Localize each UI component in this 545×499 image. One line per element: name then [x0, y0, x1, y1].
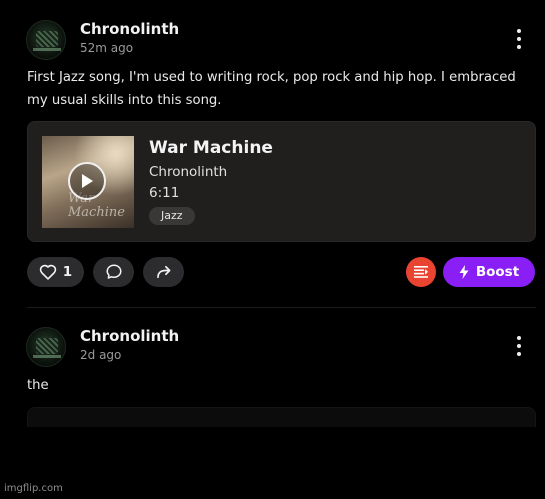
- avatar[interactable]: [26, 20, 66, 60]
- post-meta: Chronolinth 2d ago: [80, 327, 179, 363]
- username[interactable]: Chronolinth: [80, 327, 179, 346]
- heart-icon: [39, 264, 57, 280]
- more-vertical-icon: [517, 352, 521, 356]
- watermark: imgflip.com: [4, 483, 63, 494]
- like-count: 1: [62, 264, 73, 280]
- comment-button[interactable]: [93, 257, 134, 287]
- more-vertical-icon: [517, 29, 521, 33]
- track-card[interactable]: War Machine War Machine Chronolinth 6:11…: [27, 121, 536, 242]
- bolt-icon: [459, 265, 469, 279]
- boost-label: Boost: [475, 264, 520, 280]
- post-time: 52m ago: [80, 41, 134, 55]
- more-vertical-icon: [517, 344, 521, 348]
- more-options-button[interactable]: [511, 27, 527, 51]
- track-duration: 6:11: [149, 185, 180, 201]
- avatar-logo: [36, 31, 58, 47]
- avatar-logo-text: [33, 355, 61, 358]
- post-text: First Jazz song, I'm used to writing roc…: [27, 70, 516, 108]
- play-icon: [82, 174, 93, 188]
- genre-tag[interactable]: Jazz: [149, 207, 195, 225]
- post-card: Chronolinth 52m ago First Jazz song, I'm…: [0, 0, 545, 300]
- share-button[interactable]: [143, 257, 184, 287]
- post-text: the: [27, 378, 49, 393]
- comment-icon: [106, 264, 121, 279]
- play-button[interactable]: [68, 162, 106, 200]
- post-time: 2d ago: [80, 348, 122, 362]
- track-artist[interactable]: Chronolinth: [149, 164, 227, 180]
- more-vertical-icon: [517, 37, 521, 41]
- track-title[interactable]: War Machine: [149, 138, 273, 158]
- track-cover: War Machine: [42, 136, 134, 228]
- post-header: Chronolinth 52m ago: [26, 20, 179, 60]
- post-card: Chronolinth 2d ago the: [0, 300, 545, 499]
- post-header: Chronolinth 2d ago: [26, 327, 179, 367]
- username[interactable]: Chronolinth: [80, 20, 179, 39]
- track-card-partial[interactable]: [27, 407, 536, 427]
- avatar-logo: [36, 338, 58, 354]
- post-actions: 1 Boost: [27, 257, 536, 287]
- post-meta: Chronolinth 52m ago: [80, 20, 179, 56]
- boost-button[interactable]: Boost: [443, 257, 535, 287]
- queue-icon: [414, 266, 428, 278]
- more-options-button[interactable]: [511, 334, 527, 358]
- more-vertical-icon: [517, 45, 521, 49]
- avatar-logo-text: [33, 48, 61, 51]
- add-to-queue-button[interactable]: [406, 257, 436, 287]
- share-icon: [156, 265, 170, 279]
- more-vertical-icon: [517, 336, 521, 340]
- like-button[interactable]: 1: [27, 257, 84, 287]
- avatar[interactable]: [26, 327, 66, 367]
